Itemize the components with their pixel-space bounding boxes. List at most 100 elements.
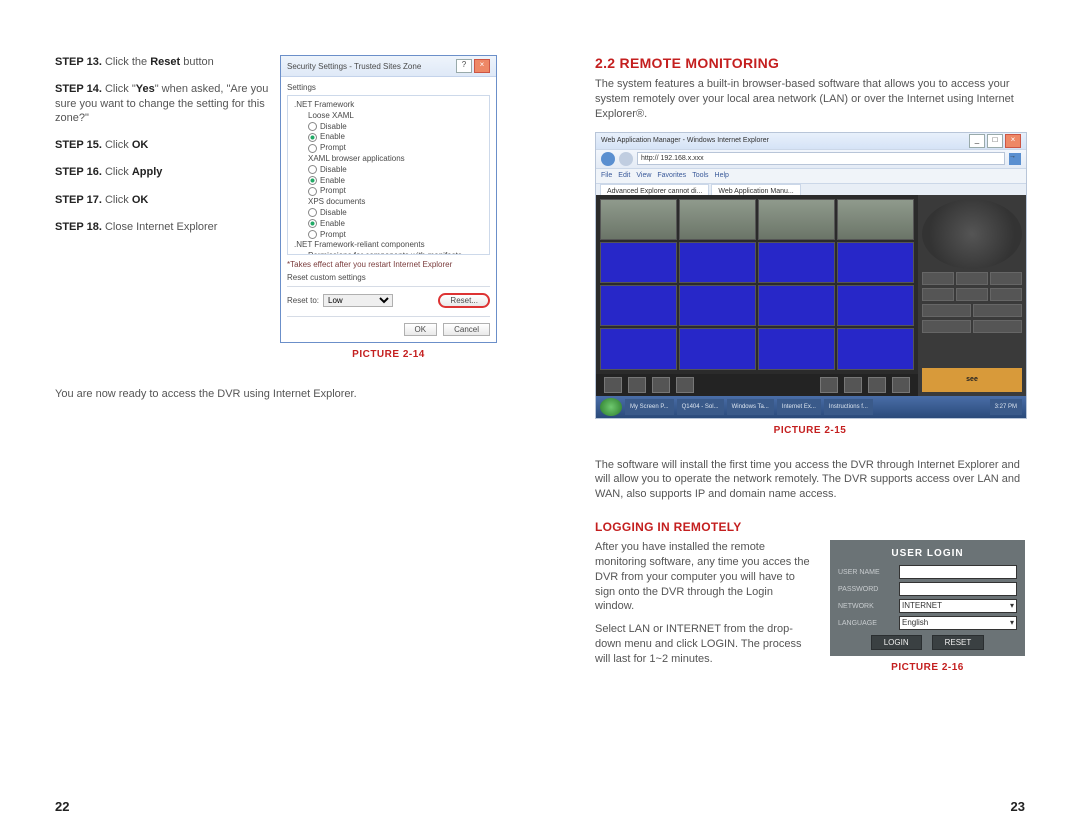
close-icon[interactable]: ×: [1005, 134, 1021, 148]
camera-cell[interactable]: [837, 328, 914, 369]
camera-cell[interactable]: [758, 199, 835, 240]
ready-text: You are now ready to access the DVR usin…: [55, 388, 485, 400]
page-number-23: 23: [1011, 799, 1025, 814]
reset-level-select[interactable]: Low: [323, 294, 393, 307]
ptz-button[interactable]: [922, 288, 954, 301]
page-23: 2.2 REMOTE MONITORING The system feature…: [540, 0, 1080, 834]
settings-tree[interactable]: .NET Framework Loose XAML Disable Enable…: [287, 95, 490, 255]
login-text-1: After you have installed the remote moni…: [595, 540, 810, 614]
network-select[interactable]: INTERNET▾: [899, 599, 1017, 613]
camera-cell[interactable]: [758, 328, 835, 369]
maximize-icon[interactable]: □: [987, 134, 1003, 148]
minimize-icon[interactable]: _: [969, 134, 985, 148]
ptz-button[interactable]: [922, 320, 971, 333]
reset-button[interactable]: RESET: [932, 635, 985, 650]
settings-icon[interactable]: [892, 377, 910, 393]
go-icon[interactable]: →: [1009, 153, 1021, 165]
step-15: STEP 15. Click OK: [55, 138, 270, 152]
intro-text: The system features a built-in browser-b…: [595, 77, 1025, 122]
security-settings-dialog: Security Settings - Trusted Sites Zone ?…: [280, 55, 497, 343]
ptz-panel: see: [918, 195, 1026, 396]
password-input[interactable]: [899, 582, 1017, 596]
ptz-dial[interactable]: [922, 199, 1022, 269]
taskbar-item[interactable]: Q1404 - Sol...: [677, 399, 724, 415]
ptz-button[interactable]: [973, 304, 1022, 317]
back-icon[interactable]: [601, 152, 615, 166]
help-icon[interactable]: ?: [456, 59, 472, 73]
layout-icon[interactable]: [652, 377, 670, 393]
steps-column: STEP 13. Click the Reset button STEP 14.…: [55, 55, 280, 360]
ptz-button[interactable]: [990, 272, 1022, 285]
ptz-button[interactable]: [922, 272, 954, 285]
snapshot-icon[interactable]: [868, 377, 886, 393]
user-login-dialog: USER LOGIN USER NAME PASSWORD NETWORK IN…: [830, 540, 1025, 656]
window-title: Web Application Manager - Windows Intern…: [601, 137, 769, 144]
cancel-button[interactable]: Cancel: [443, 323, 490, 336]
section-title: 2.2 REMOTE MONITORING: [595, 55, 1025, 71]
camera-cell[interactable]: [679, 242, 756, 283]
layout-icon[interactable]: [628, 377, 646, 393]
login-text-2: Select LAN or INTERNET from the drop-dow…: [595, 622, 810, 667]
taskbar-item[interactable]: My Screen P...: [625, 399, 674, 415]
language-select[interactable]: English▾: [899, 616, 1017, 630]
camera-cell[interactable]: [679, 285, 756, 326]
step-13: STEP 13. Click the Reset button: [55, 55, 270, 69]
password-label: PASSWORD: [838, 586, 893, 593]
picture-2-15-label: PICTURE 2-15: [595, 425, 1025, 436]
taskbar-item[interactable]: Internet Ex...: [777, 399, 821, 415]
camera-cell[interactable]: [837, 242, 914, 283]
dialog-title: Security Settings - Trusted Sites Zone: [287, 62, 421, 71]
taskbar-item[interactable]: Instructions f...: [824, 399, 873, 415]
camera-cell[interactable]: [758, 242, 835, 283]
ok-button[interactable]: OK: [404, 323, 438, 336]
step-17: STEP 17. Click OK: [55, 193, 270, 207]
ptz-button[interactable]: [990, 288, 1022, 301]
chevron-down-icon: ▾: [1010, 617, 1014, 629]
ptz-button[interactable]: [973, 320, 1022, 333]
layout-icon[interactable]: [676, 377, 694, 393]
record-icon[interactable]: [844, 377, 862, 393]
ptz-button[interactable]: [922, 304, 971, 317]
start-button[interactable]: [600, 398, 622, 416]
browser-screenshot: Web Application Manager - Windows Intern…: [595, 132, 1027, 419]
camera-cell[interactable]: [600, 328, 677, 369]
brand-logo: see: [922, 368, 1022, 392]
layout-icon[interactable]: [604, 377, 622, 393]
language-label: LANGUAGE: [838, 620, 893, 627]
ptz-button[interactable]: [956, 272, 988, 285]
reset-to-label: Reset to:: [287, 296, 319, 305]
login-title: USER LOGIN: [838, 548, 1017, 559]
camera-cell[interactable]: [600, 285, 677, 326]
camera-cell[interactable]: [600, 242, 677, 283]
mid-text: The software will install the first time…: [595, 458, 1025, 503]
username-label: USER NAME: [838, 569, 893, 576]
login-button[interactable]: LOGIN: [871, 635, 922, 650]
username-input[interactable]: [899, 565, 1017, 579]
camera-cell[interactable]: [837, 199, 914, 240]
volume-icon[interactable]: [820, 377, 838, 393]
camera-cell[interactable]: [679, 199, 756, 240]
page-number-22: 22: [55, 799, 69, 814]
ptz-button[interactable]: [956, 288, 988, 301]
picture-2-14-label: PICTURE 2-14: [280, 349, 497, 360]
step-16: STEP 16. Click Apply: [55, 165, 270, 179]
restart-note: *Takes effect after you restart Internet…: [287, 255, 490, 269]
logging-in-title: LOGGING IN REMOTELY: [595, 520, 1025, 534]
camera-cell[interactable]: [758, 285, 835, 326]
close-icon[interactable]: ×: [474, 59, 490, 73]
page-22: STEP 13. Click the Reset button STEP 14.…: [0, 0, 540, 834]
camera-cell[interactable]: [600, 199, 677, 240]
chevron-down-icon: ▾: [1010, 600, 1014, 612]
taskbar-clock: 3:27 PM: [990, 399, 1022, 415]
reset-button[interactable]: Reset...: [438, 293, 490, 308]
network-label: NETWORK: [838, 603, 893, 610]
step-14: STEP 14. Click "Yes" when asked, "Are yo…: [55, 82, 270, 125]
settings-label: Settings: [287, 83, 490, 92]
step-18: STEP 18. Close Internet Explorer: [55, 220, 270, 234]
forward-icon[interactable]: [619, 152, 633, 166]
camera-grid: [596, 195, 918, 374]
camera-cell[interactable]: [679, 328, 756, 369]
address-bar[interactable]: http:// 192.168.x.xxx: [637, 152, 1005, 165]
camera-cell[interactable]: [837, 285, 914, 326]
taskbar-item[interactable]: Windows Ta...: [727, 399, 774, 415]
